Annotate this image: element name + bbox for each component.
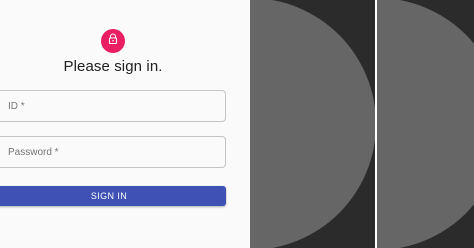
- half-disc-left: [250, 0, 375, 248]
- id-field[interactable]: [0, 90, 226, 122]
- password-field[interactable]: [0, 136, 226, 168]
- page-title: Please sign in.: [63, 58, 163, 75]
- half-disc-right: [377, 0, 474, 248]
- password-input[interactable]: [0, 137, 225, 167]
- decorative-panel: [250, 0, 474, 248]
- lock-avatar: [101, 29, 125, 53]
- sign-in-button[interactable]: SIGN IN: [0, 186, 226, 206]
- lock-icon: [107, 32, 119, 50]
- id-input[interactable]: [0, 91, 225, 121]
- login-panel: Please sign in. SIGN IN: [0, 0, 250, 248]
